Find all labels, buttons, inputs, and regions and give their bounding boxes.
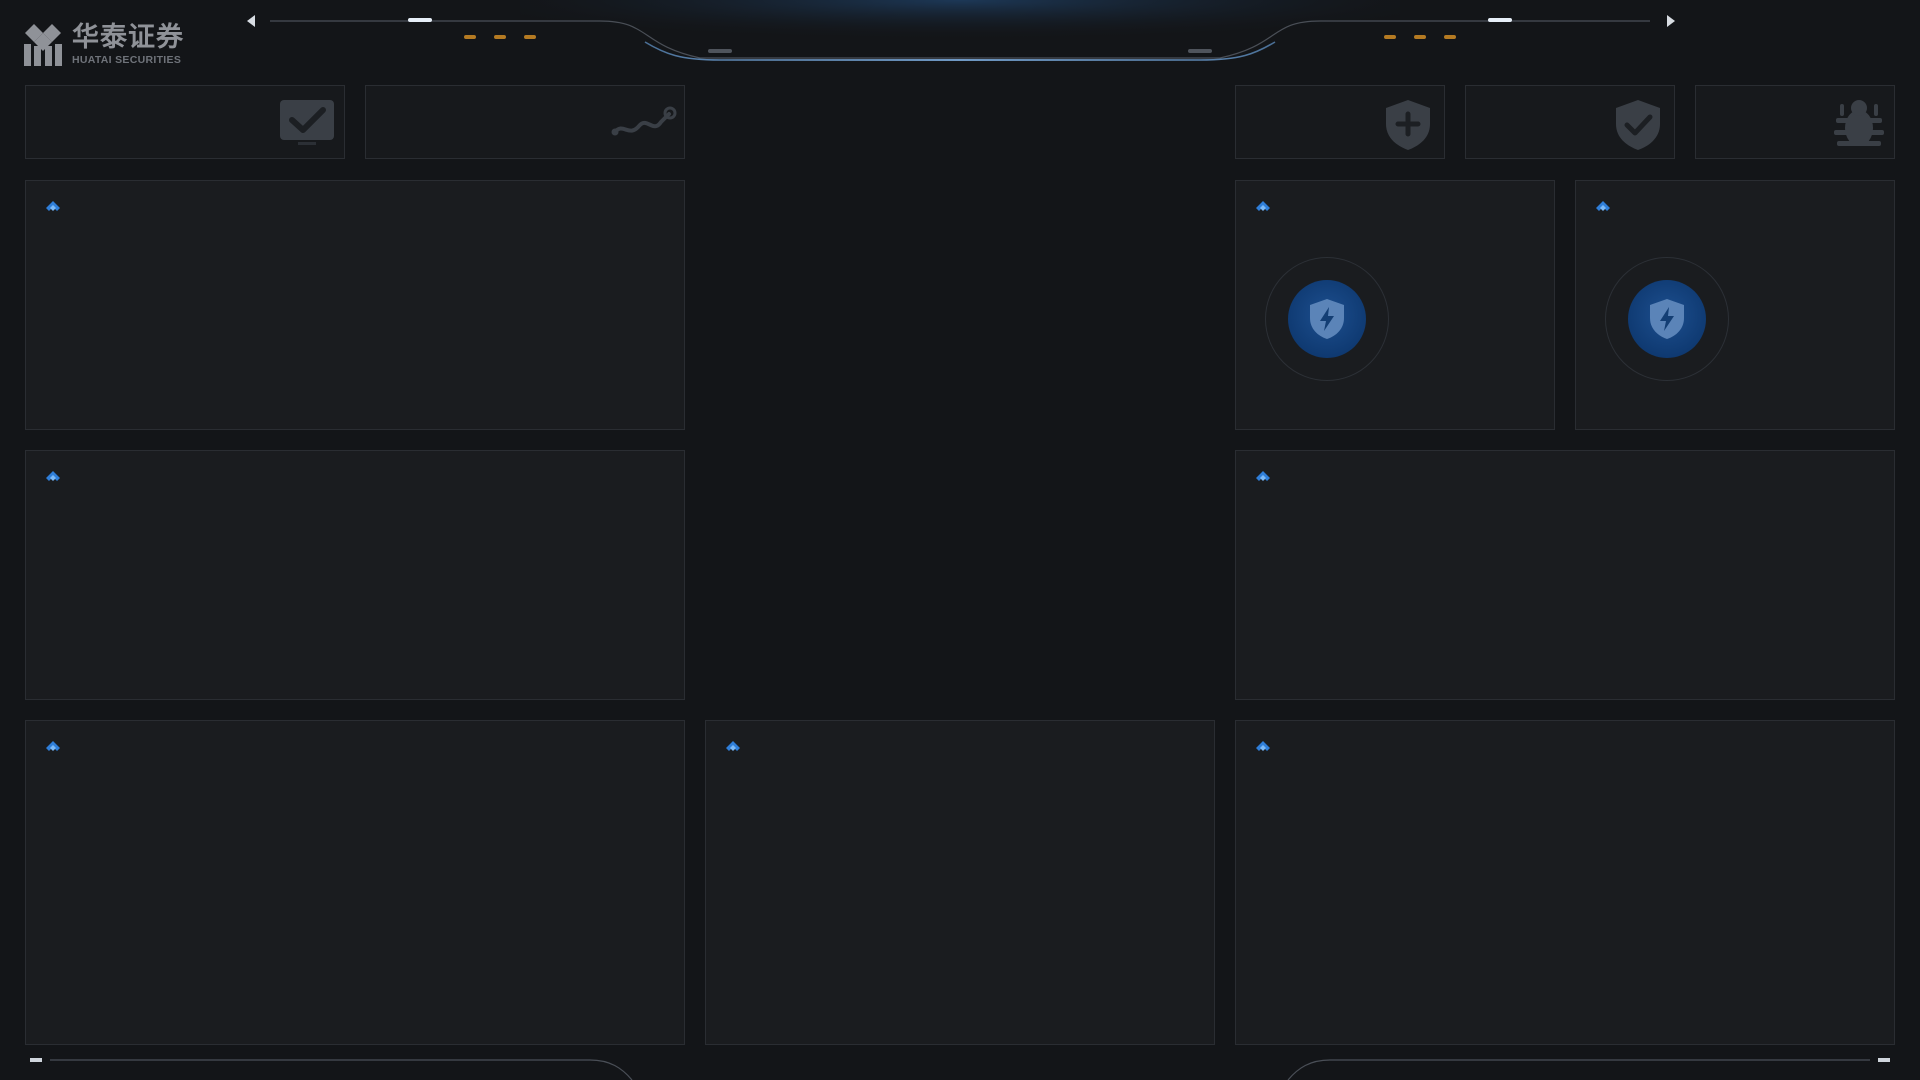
gauge-ring [1605,257,1729,381]
gauge-core [1288,280,1366,358]
brand-name-cn: 华泰证券 [72,22,184,53]
panel-right-bottom [1235,720,1895,1045]
prev-arrow-icon[interactable] [243,12,259,30]
footer-frame [30,1058,1890,1080]
bug-icon [1834,100,1884,146]
stat-card-3[interactable] [1235,85,1445,159]
panel-left-bottom [25,720,685,1045]
panel-right-gauge-1 [1235,180,1555,430]
stat-card-4[interactable] [1465,85,1675,159]
shield-check-icon [1616,100,1660,150]
shield-lightning-icon [1310,299,1344,339]
header-frame [270,0,1650,68]
next-arrow-icon[interactable] [1663,12,1679,30]
stat-card-1[interactable] [25,85,345,159]
chevron-up-marker-icon [726,741,740,751]
trend-line-icon [611,106,677,136]
panel-right-middle [1235,450,1895,700]
panel-left-top [25,180,685,430]
huatai-logo-icon [24,24,62,66]
brand-logo: 华泰证券 HUATAI SECURITIES [24,24,184,66]
brand-name-en: HUATAI SECURITIES [72,54,182,66]
chevron-up-marker-icon [1596,201,1610,211]
shield-plus-icon [1386,100,1430,150]
panel-left-middle [25,450,685,700]
chevron-up-marker-icon [1256,741,1270,751]
panel-right-gauge-2 [1575,180,1895,430]
chevron-up-marker-icon [46,741,60,751]
panel-center-bottom [705,720,1215,1045]
chevron-up-marker-icon [46,471,60,481]
gauge-ring [1265,257,1389,381]
chevron-up-marker-icon [1256,201,1270,211]
stat-card-2[interactable] [365,85,685,159]
chevron-up-marker-icon [1256,471,1270,481]
stat-card-5[interactable] [1695,85,1895,159]
checkmark-monitor-icon [280,100,334,145]
shield-lightning-icon [1650,299,1684,339]
gauge-core [1628,280,1706,358]
dashboard: 华泰证券 HUATAI SECURITIES [0,0,1920,1080]
chevron-up-marker-icon [46,201,60,211]
